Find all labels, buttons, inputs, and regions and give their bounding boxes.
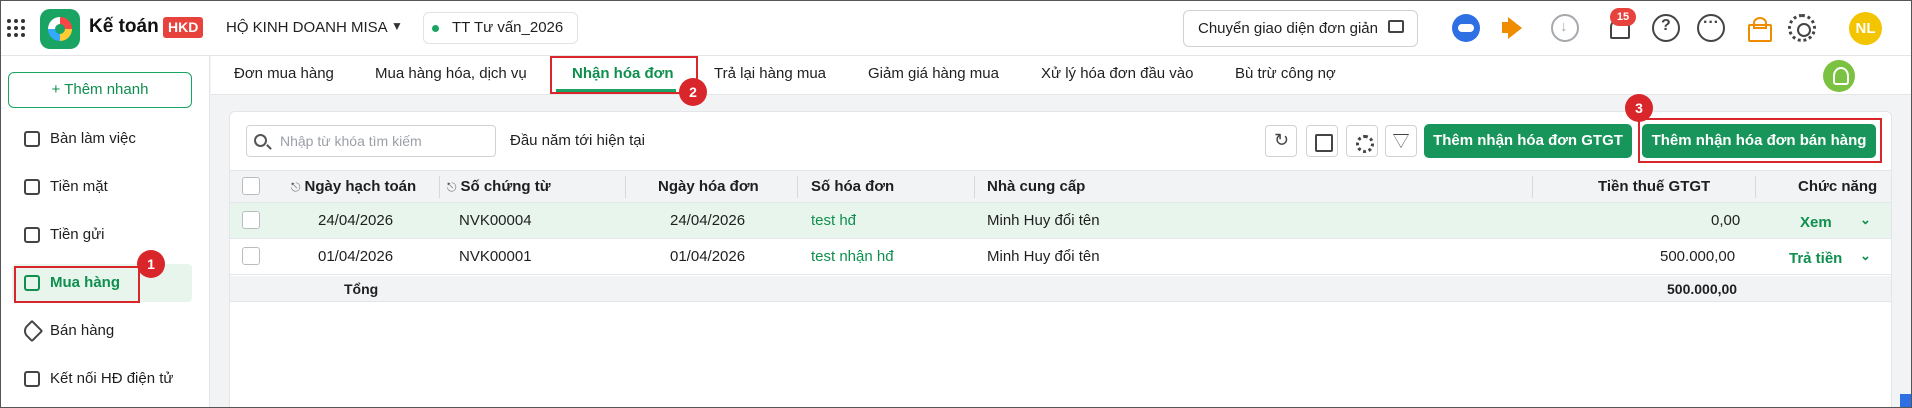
column-label: Ngày hạch toán <box>304 178 417 195</box>
ai-assistant-icon[interactable] <box>1452 14 1480 42</box>
sidebar-item-label: Tiền mặt <box>50 178 108 195</box>
total-label: Tổng <box>344 281 379 297</box>
gear-icon[interactable] <box>1788 14 1816 42</box>
scroll-corner[interactable] <box>1900 394 1912 408</box>
help-icon[interactable] <box>1652 14 1680 42</box>
avatar[interactable]: NL <box>1849 12 1882 45</box>
column-header-voucher-no[interactable]: ⎋ Số chứng từ <box>447 178 551 195</box>
step-marker-2: 2 <box>679 78 707 106</box>
gift-icon[interactable] <box>1744 14 1772 42</box>
sidebar-item-label: Kết nối HĐ điện tử <box>50 370 174 387</box>
sidebar-item-label: Bán hàng <box>50 322 115 339</box>
column-divider <box>974 176 975 198</box>
tab-input-invoice[interactable]: Xử lý hóa đơn đầu vào <box>1041 65 1193 82</box>
tag-icon <box>20 319 44 343</box>
highlight-box-add-sales <box>1638 118 1882 163</box>
search-input[interactable] <box>280 130 490 152</box>
lightbulb-icon[interactable] <box>1823 60 1855 92</box>
row-checkbox[interactable] <box>242 211 260 229</box>
highlight-box-tab <box>550 56 698 94</box>
select-all-checkbox[interactable] <box>242 177 260 195</box>
voucher-no-cell: NVK00001 <box>459 248 532 265</box>
tab-purchase-order[interactable]: Đơn mua hàng <box>234 65 334 82</box>
chevron-down-icon[interactable]: ⌄ <box>1860 248 1871 264</box>
invoice-no-link[interactable]: test hđ <box>811 212 856 229</box>
e-invoice-icon <box>24 371 40 387</box>
dashboard-icon <box>24 131 40 147</box>
sidebar-item-sales[interactable]: Bán hàng <box>12 312 192 350</box>
filter-icon[interactable] <box>1385 125 1417 157</box>
column-divider <box>797 176 798 198</box>
sidebar-item-cash[interactable]: Tiền mặt <box>12 168 192 206</box>
chevron-down-icon[interactable]: ▼ <box>391 19 403 33</box>
sidebar-item-dashboard[interactable]: Bàn làm việc <box>12 120 192 158</box>
column-divider <box>1532 176 1533 198</box>
sidebar-item-deposit[interactable]: Tiền gửi <box>12 216 192 254</box>
column-header-invoice-no[interactable]: Số hóa đơn <box>811 178 894 195</box>
column-header-supplier[interactable]: Nhà cung cấp <box>987 178 1085 195</box>
download-icon[interactable] <box>1551 14 1579 42</box>
app-name: Kế toán <box>89 16 159 37</box>
invoice-date-cell: 24/04/2026 <box>670 212 746 229</box>
add-vat-invoice-button[interactable]: Thêm nhận hóa đơn GTGT <box>1424 124 1632 158</box>
pay-action-button[interactable]: Trả tiền <box>1789 250 1842 267</box>
total-row <box>230 276 1891 302</box>
chevron-down-icon[interactable]: ⌄ <box>1860 212 1871 228</box>
supplier-cell: Minh Huy đổi tên <box>987 212 1100 229</box>
branch-selector[interactable]: TT Tư vấn_2026 <box>423 12 579 44</box>
misa-logo[interactable] <box>40 9 80 49</box>
refresh-icon[interactable] <box>1265 125 1297 157</box>
bank-icon <box>24 227 40 243</box>
highlight-box-purchase <box>14 266 140 303</box>
column-header-invoice-date[interactable]: Ngày hóa đơn <box>658 178 759 195</box>
voucher-no-cell: NVK00004 <box>459 212 532 229</box>
posting-date-cell: 24/04/2026 <box>318 212 394 229</box>
notification-badge: 15 <box>1610 8 1636 26</box>
more-icon[interactable] <box>1697 14 1725 42</box>
sidebar-item-e-invoice[interactable]: Kết nối HĐ điện tử <box>12 360 192 398</box>
monitor-icon <box>1388 20 1404 33</box>
hkd-badge: HKD <box>163 17 204 38</box>
tab-purchase-goods[interactable]: Mua hàng hóa, dịch vụ <box>375 65 527 82</box>
search-icon <box>254 134 267 147</box>
supplier-cell: Minh Huy đổi tên <box>987 248 1100 265</box>
top-header: Kế toán HKD HỘ KINH DOANH MISA ▼ TT Tư v… <box>0 0 1912 56</box>
wallet-icon <box>24 179 40 195</box>
vat-cell: 500.000,00 <box>1660 248 1736 265</box>
app-grid-icon[interactable] <box>7 19 25 37</box>
invoice-no-link[interactable]: test nhận hđ <box>811 248 894 265</box>
invoice-date-cell: 01/04/2026 <box>670 248 746 265</box>
sidebar-item-label: Bàn làm việc <box>50 130 136 147</box>
posting-date-cell: 01/04/2026 <box>318 248 394 265</box>
vat-cell: 0,00 <box>1711 212 1741 229</box>
sidebar: + Thêm nhanh Bàn làm việc Tiền mặt Tiền … <box>0 56 210 408</box>
row-checkbox[interactable] <box>242 247 260 265</box>
settings-icon[interactable] <box>1346 125 1378 157</box>
sidebar-item-label: Tiền gửi <box>50 226 105 243</box>
company-selector[interactable]: HỘ KINH DOANH MISA <box>226 19 388 36</box>
switch-ui-button[interactable]: Chuyển giao diện đơn giản <box>1183 10 1418 47</box>
excel-export-icon[interactable] <box>1306 125 1338 157</box>
period-selector[interactable]: Đầu năm tới hiện tại <box>510 132 645 149</box>
column-divider <box>625 176 626 198</box>
branch-status-dot <box>432 25 439 32</box>
tab-debt-offset[interactable]: Bù trừ công nợ <box>1235 65 1336 82</box>
column-divider <box>1755 176 1756 198</box>
column-label: Số chứng từ <box>460 178 551 195</box>
tab-purchase-discount[interactable]: Giảm giá hàng mua <box>868 65 999 82</box>
step-marker-1: 1 <box>137 250 165 278</box>
column-header-vat[interactable]: Tiền thuế GTGT <box>1598 178 1710 195</box>
view-action-button[interactable]: Xem <box>1800 214 1832 231</box>
megaphone-icon[interactable] <box>1498 14 1526 42</box>
column-divider <box>439 176 440 198</box>
pin-icon[interactable]: ⎋ <box>291 180 301 194</box>
pin-icon[interactable]: ⎋ <box>447 180 457 194</box>
column-header-actions: Chức năng <box>1798 178 1878 195</box>
quick-add-button[interactable]: + Thêm nhanh <box>8 72 192 108</box>
total-vat: 500.000,00 <box>1667 281 1738 297</box>
tab-purchase-return[interactable]: Trả lại hàng mua <box>714 65 826 82</box>
column-header-posting-date[interactable]: ⎋ Ngày hạch toán <box>291 178 416 195</box>
step-marker-3: 3 <box>1625 94 1653 122</box>
